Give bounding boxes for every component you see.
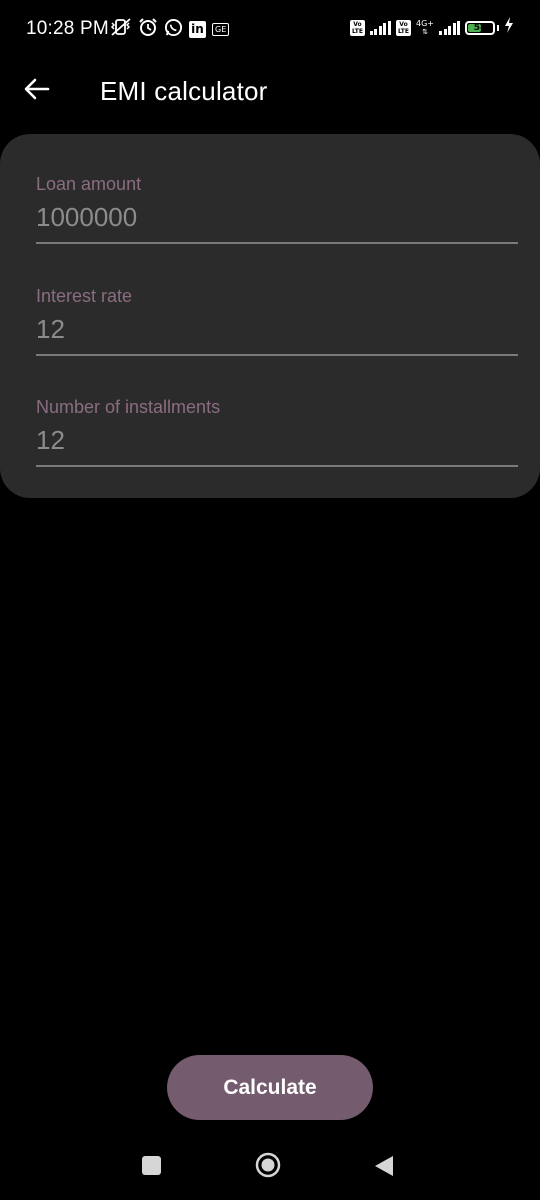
form-card: Loan amount Interest rate Number of inst… [0, 134, 540, 498]
battery-level: 58 [473, 22, 487, 33]
network-type-label: 4G+ ⇅ [416, 18, 434, 36]
system-nav-bar [0, 1140, 540, 1192]
signal-sim2-icon [439, 20, 460, 35]
status-bar: 10:28 PM in GE Vo LTE Vo LTE 4G+ ⇅ 58 [0, 0, 540, 58]
installments-field: Number of installments [36, 397, 518, 473]
gallery-icon: GE [212, 23, 230, 36]
signal-sim1-icon [369, 20, 391, 35]
arrow-left-icon [24, 78, 50, 105]
calculate-button[interactable]: Calculate [167, 1055, 373, 1120]
installments-label: Number of installments [36, 397, 221, 417]
interest-rate-input[interactable] [36, 312, 518, 346]
status-time: 10:28 PM [26, 18, 109, 39]
volte-icon-sim1: Vo LTE [349, 19, 365, 36]
interest-rate-field: Interest rate [36, 286, 518, 362]
page-title: EMI calculator [100, 76, 268, 106]
back-button[interactable] [14, 68, 60, 114]
installments-underline [36, 465, 518, 467]
recents-square-icon[interactable] [142, 1156, 161, 1175]
battery-cap [497, 24, 499, 31]
battery-icon: 58 [465, 20, 495, 35]
loan-amount-field: Loan amount [36, 174, 518, 250]
loan-amount-input[interactable] [36, 200, 518, 234]
alarm-icon [138, 17, 158, 42]
interest-rate-underline [36, 354, 518, 356]
vibrate-off-icon [110, 17, 132, 42]
back-triangle-icon[interactable] [373, 1154, 395, 1178]
volte-icon-sim2: Vo LTE [395, 19, 411, 36]
whatsapp-icon [164, 18, 183, 42]
charging-bolt-icon [504, 17, 514, 38]
loan-amount-underline [36, 242, 518, 244]
screen: 10:28 PM in GE Vo LTE Vo LTE 4G+ ⇅ 58 EM… [0, 0, 540, 1200]
loan-amount-label: Loan amount [36, 174, 142, 194]
app-bar: EMI calculator [0, 58, 540, 126]
interest-rate-label: Interest rate [36, 286, 133, 306]
installments-input[interactable] [36, 423, 518, 457]
status-right-icons: Vo LTE Vo LTE 4G+ ⇅ 58 [349, 17, 514, 38]
status-left-icons: in GE [110, 17, 230, 42]
linkedin-icon: in [189, 21, 206, 38]
home-circle-icon[interactable] [255, 1152, 281, 1178]
